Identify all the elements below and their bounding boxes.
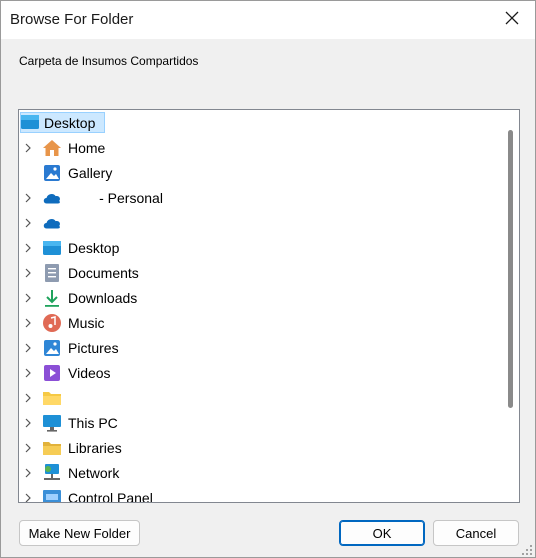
tree-scrollbar[interactable] bbox=[503, 110, 519, 502]
chevron-right-icon[interactable] bbox=[23, 393, 33, 403]
chevron-right-icon[interactable] bbox=[23, 293, 33, 303]
folder-icon bbox=[42, 388, 62, 408]
tree-item-control-panel[interactable]: Control Panel bbox=[19, 485, 503, 503]
tree-item-label: Network bbox=[68, 464, 120, 481]
tree-item-libraries[interactable]: Libraries bbox=[19, 435, 503, 460]
tree-item-label: - Personal bbox=[68, 189, 163, 206]
libraries-icon bbox=[42, 438, 62, 458]
browse-for-folder-dialog: Browse For Folder Carpeta de Insumos Com… bbox=[0, 0, 536, 558]
tree-item-label: This PC bbox=[68, 414, 118, 431]
tree-item-label: Documents bbox=[68, 264, 139, 281]
tree-item-label: Control Panel bbox=[68, 489, 153, 503]
tree-root-label: Desktop bbox=[44, 114, 96, 131]
desktop-icon bbox=[42, 238, 62, 258]
chevron-right-icon[interactable] bbox=[23, 468, 33, 478]
desktop-icon bbox=[20, 112, 40, 132]
tree-item-label: Music bbox=[68, 314, 105, 331]
tree-item-onedrive-personal[interactable]: - Personal bbox=[19, 185, 503, 210]
music-icon bbox=[42, 313, 62, 333]
onedrive-icon bbox=[42, 188, 62, 208]
title-bar[interactable]: Browse For Folder bbox=[1, 1, 535, 39]
gallery-icon bbox=[42, 163, 62, 183]
tree-item-desktop[interactable]: Desktop bbox=[19, 235, 503, 260]
resize-grip-icon[interactable] bbox=[521, 543, 533, 555]
chevron-right-icon[interactable] bbox=[23, 493, 33, 503]
tree-item-label: Downloads bbox=[68, 289, 138, 306]
tree-item-label: Desktop bbox=[68, 239, 120, 256]
tree-item-label: Pictures bbox=[68, 339, 119, 356]
tree-item-documents[interactable]: Documents bbox=[19, 260, 503, 285]
tree-item-gallery[interactable]: Gallery bbox=[19, 160, 503, 185]
chevron-right-icon[interactable] bbox=[23, 193, 33, 203]
cancel-button[interactable]: Cancel bbox=[433, 520, 519, 546]
documents-icon bbox=[42, 263, 62, 283]
window-title: Browse For Folder bbox=[10, 11, 134, 28]
tree-item-pictures[interactable]: Pictures bbox=[19, 335, 503, 360]
control-panel-icon bbox=[42, 488, 62, 502]
tree-item-downloads[interactable]: Downloads bbox=[19, 285, 503, 310]
chevron-right-icon[interactable] bbox=[23, 443, 33, 453]
chevron-right-icon[interactable] bbox=[23, 343, 33, 353]
chevron-right-icon[interactable] bbox=[23, 218, 33, 228]
tree-item-label: Home bbox=[68, 139, 106, 156]
downloads-icon bbox=[42, 288, 62, 308]
chevron-right-icon[interactable] bbox=[23, 418, 33, 428]
tree-item-music[interactable]: Music bbox=[19, 310, 503, 335]
tree-item-folder[interactable] bbox=[19, 385, 503, 410]
network-icon bbox=[42, 463, 62, 483]
chevron-right-icon[interactable] bbox=[23, 143, 33, 153]
videos-icon bbox=[42, 363, 62, 383]
tree-item-videos[interactable]: Videos bbox=[19, 360, 503, 385]
close-icon bbox=[505, 11, 519, 30]
tree-item-onedrive[interactable] bbox=[19, 210, 503, 235]
instruction-text: Carpeta de Insumos Compartidos bbox=[19, 54, 199, 68]
tree-item-home[interactable]: Home bbox=[19, 135, 503, 160]
chevron-right-icon[interactable] bbox=[23, 318, 33, 328]
tree-item-this-pc[interactable]: This PC bbox=[19, 410, 503, 435]
scrollbar-thumb[interactable] bbox=[508, 130, 513, 408]
make-new-folder-button[interactable]: Make New Folder bbox=[19, 520, 140, 546]
ok-button[interactable]: OK bbox=[339, 520, 425, 546]
onedrive-icon bbox=[42, 213, 62, 233]
chevron-right-icon[interactable] bbox=[23, 368, 33, 378]
folder-tree[interactable]: Desktop Home Gallery - Personal Desktop … bbox=[18, 109, 520, 503]
pictures-icon bbox=[42, 338, 62, 358]
tree-root-desktop[interactable]: Desktop bbox=[19, 110, 503, 135]
home-icon bbox=[42, 138, 62, 158]
chevron-right-icon[interactable] bbox=[23, 243, 33, 253]
tree-item-label: Libraries bbox=[68, 439, 122, 456]
tree-item-label: Gallery bbox=[68, 164, 113, 181]
this-pc-icon bbox=[42, 413, 62, 433]
chevron-right-icon[interactable] bbox=[23, 268, 33, 278]
tree-item-network[interactable]: Network bbox=[19, 460, 503, 485]
close-button[interactable] bbox=[489, 1, 535, 39]
tree-item-label: Videos bbox=[68, 364, 111, 381]
